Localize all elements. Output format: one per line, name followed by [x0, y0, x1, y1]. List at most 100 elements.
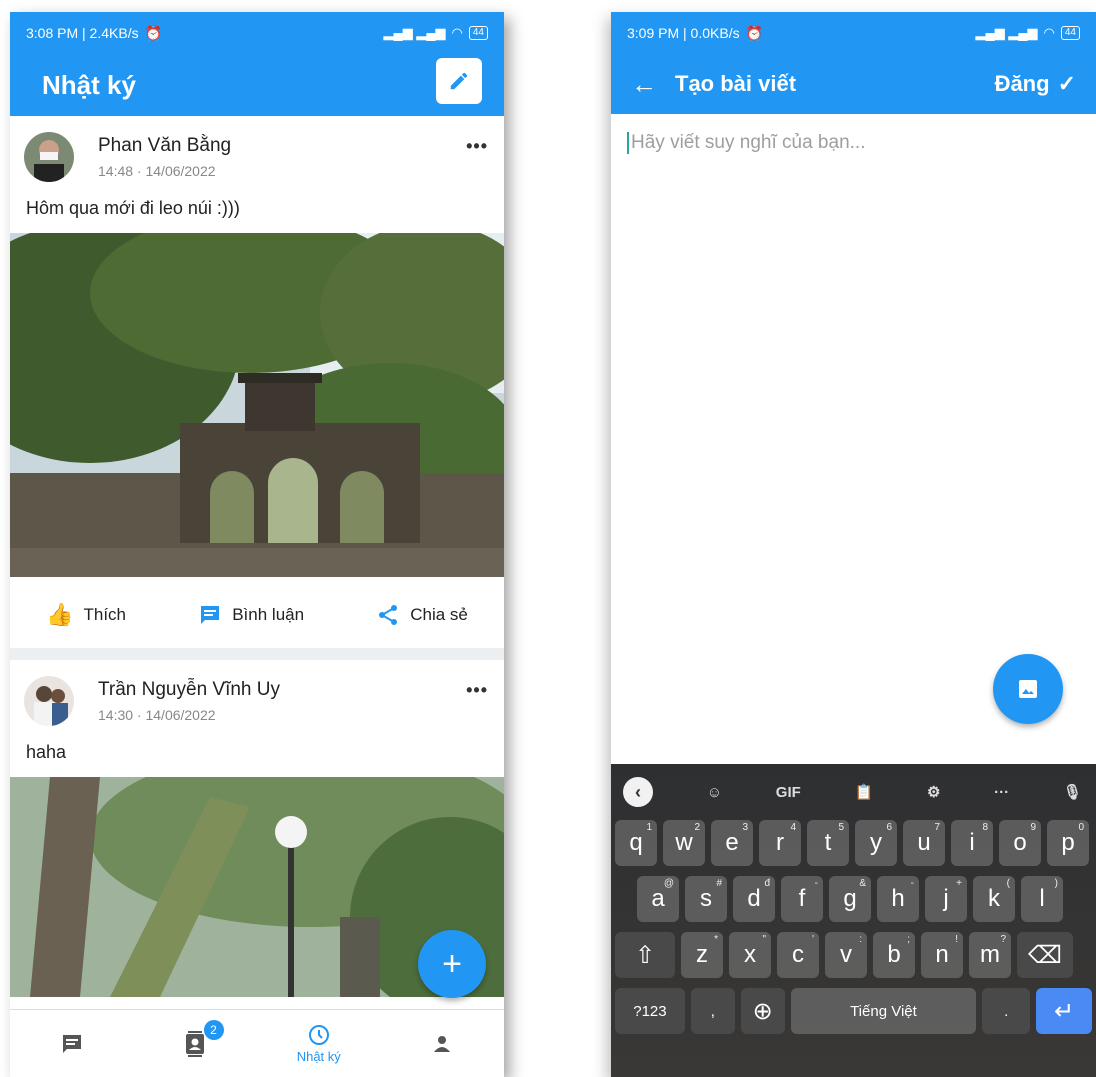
key-n[interactable]: n!	[921, 932, 963, 978]
key-q[interactable]: q1	[615, 820, 657, 866]
key-label: t	[824, 829, 832, 856]
key-p[interactable]: p0	[1047, 820, 1089, 866]
post-text: haha	[26, 742, 67, 762]
nav-diary[interactable]: Nhật ký	[257, 1010, 381, 1077]
publish-label: Đăng	[994, 71, 1050, 96]
enter-key[interactable]: ↵	[1036, 988, 1092, 1034]
key-row: q1w2e3r4t5y6u7i8o9p0	[611, 820, 1096, 866]
sticker-icon[interactable]: ☺	[707, 784, 722, 801]
comma-key[interactable]: ,	[690, 988, 735, 1034]
key-hint: @	[663, 878, 674, 889]
nav-messages[interactable]	[10, 1010, 134, 1077]
key-label: w	[675, 829, 693, 856]
key-label: s	[700, 885, 712, 912]
post-photo[interactable]	[10, 233, 504, 582]
key-label: i	[969, 829, 975, 856]
status-time: 3:08 PM | 2.4KB/s	[26, 25, 139, 41]
check-icon: ✓	[1057, 71, 1076, 96]
key-label: u	[917, 829, 931, 856]
key-d[interactable]: dđ	[733, 876, 775, 922]
key-hint: 6	[886, 822, 892, 833]
gif-button[interactable]: GIF	[776, 784, 801, 801]
key-c[interactable]: c '	[777, 932, 819, 978]
key-h[interactable]: h-	[877, 876, 919, 922]
key-j[interactable]: j +	[925, 876, 967, 922]
share-icon	[379, 605, 398, 625]
key-hint: ?	[1000, 934, 1006, 945]
add-image-button[interactable]	[993, 654, 1063, 724]
key-hint: 8	[982, 822, 988, 833]
key-k[interactable]: k(	[973, 876, 1015, 922]
key-v[interactable]: v:	[825, 932, 867, 978]
avatar[interactable]	[24, 676, 74, 726]
key-hint: (	[1006, 878, 1010, 889]
space-key[interactable]: Tiếng Việt	[790, 988, 977, 1034]
post-content-input[interactable]	[627, 132, 1067, 154]
avatar[interactable]	[24, 132, 74, 182]
edit-button[interactable]	[436, 58, 482, 104]
key-w[interactable]: w2	[663, 820, 705, 866]
key-g[interactable]: g &	[829, 876, 871, 922]
key-y[interactable]: y6	[855, 820, 897, 866]
back-arrow-icon[interactable]: ←	[631, 69, 675, 100]
key-row: a @ s # d đ f - g & h - j + k(l)	[611, 876, 1096, 922]
more-options-icon[interactable]: •••	[466, 136, 488, 157]
key-label: b	[887, 941, 901, 968]
key-label: p	[1061, 829, 1075, 856]
key-r[interactable]: r4	[759, 820, 801, 866]
publish-button[interactable]: Đăng ✓	[995, 71, 1076, 97]
clipboard-icon[interactable]: 📋	[855, 783, 874, 801]
key-hint: "	[762, 934, 766, 945]
key-m[interactable]: m?	[969, 932, 1011, 978]
share-button[interactable]: Chia sẻ	[376, 603, 468, 627]
compose-area	[611, 114, 1096, 764]
page-title: Nhật ký	[42, 69, 136, 100]
post-author[interactable]: Phan Văn Bằng	[98, 135, 231, 157]
key-l[interactable]: l)	[1021, 876, 1063, 922]
key-e[interactable]: e3	[711, 820, 753, 866]
microphone-icon[interactable]: 🎙	[1063, 783, 1082, 801]
key-label: y	[870, 829, 882, 856]
nav-profile[interactable]	[381, 1010, 505, 1077]
key-hint: *	[714, 934, 718, 945]
key-t[interactable]: t5	[807, 820, 849, 866]
language-key[interactable]: ⊕	[740, 988, 785, 1034]
share-label: Chia sẻ	[410, 605, 468, 624]
key-s[interactable]: s #	[685, 876, 727, 922]
nav-contacts[interactable]: 2	[134, 1010, 258, 1077]
collapse-icon[interactable]: ‹	[623, 777, 653, 807]
key-hint: 7	[934, 822, 940, 833]
key-u[interactable]: u7	[903, 820, 945, 866]
contacts-icon	[186, 1030, 205, 1057]
shift-key[interactable]: ⇧	[615, 932, 675, 978]
key-hint: )	[1054, 878, 1058, 889]
key-x[interactable]: x "	[729, 932, 771, 978]
battery-icon: 44	[468, 26, 488, 40]
period-key[interactable]: .	[982, 988, 1031, 1034]
key-label: e	[725, 829, 739, 856]
status-time: 3:09 PM | 0.0KB/s	[627, 25, 740, 41]
backspace-key[interactable]: ⌫	[1017, 932, 1073, 978]
add-post-button[interactable]: +	[418, 930, 486, 998]
key-hint: 1	[646, 822, 652, 833]
key-a[interactable]: a @	[637, 876, 679, 922]
more-icon[interactable]: ···	[994, 784, 1009, 801]
on-screen-keyboard: ‹ ☺ GIF 📋 ⚙ ··· 🎙 q1w2e3r4t5y6u7i8o9p0 a…	[611, 764, 1096, 1077]
key-o[interactable]: o9	[999, 820, 1041, 866]
key-label: m	[980, 941, 1000, 968]
key-i[interactable]: i8	[951, 820, 993, 866]
key-b[interactable]: b;	[873, 932, 915, 978]
key-label: c	[792, 941, 804, 968]
image-icon	[1019, 680, 1037, 698]
settings-icon[interactable]: ⚙	[927, 783, 940, 801]
keyboard-toolbar: ‹ ☺ GIF 📋 ⚙ ··· 🎙	[611, 764, 1096, 820]
symbols-key[interactable]: ?123	[615, 988, 685, 1034]
post-time: 14:48 · 14/06/2022	[98, 163, 216, 179]
more-options-icon[interactable]: •••	[466, 680, 488, 701]
key-z[interactable]: z *	[681, 932, 723, 978]
like-button[interactable]: 👍 Thích	[46, 602, 126, 628]
key-f[interactable]: f-	[781, 876, 823, 922]
comment-button[interactable]: Bình luận	[198, 603, 304, 627]
post-author[interactable]: Trần Nguyễn Vĩnh Uy	[98, 679, 280, 701]
bottom-nav: 2 Nhật ký	[10, 1009, 504, 1077]
